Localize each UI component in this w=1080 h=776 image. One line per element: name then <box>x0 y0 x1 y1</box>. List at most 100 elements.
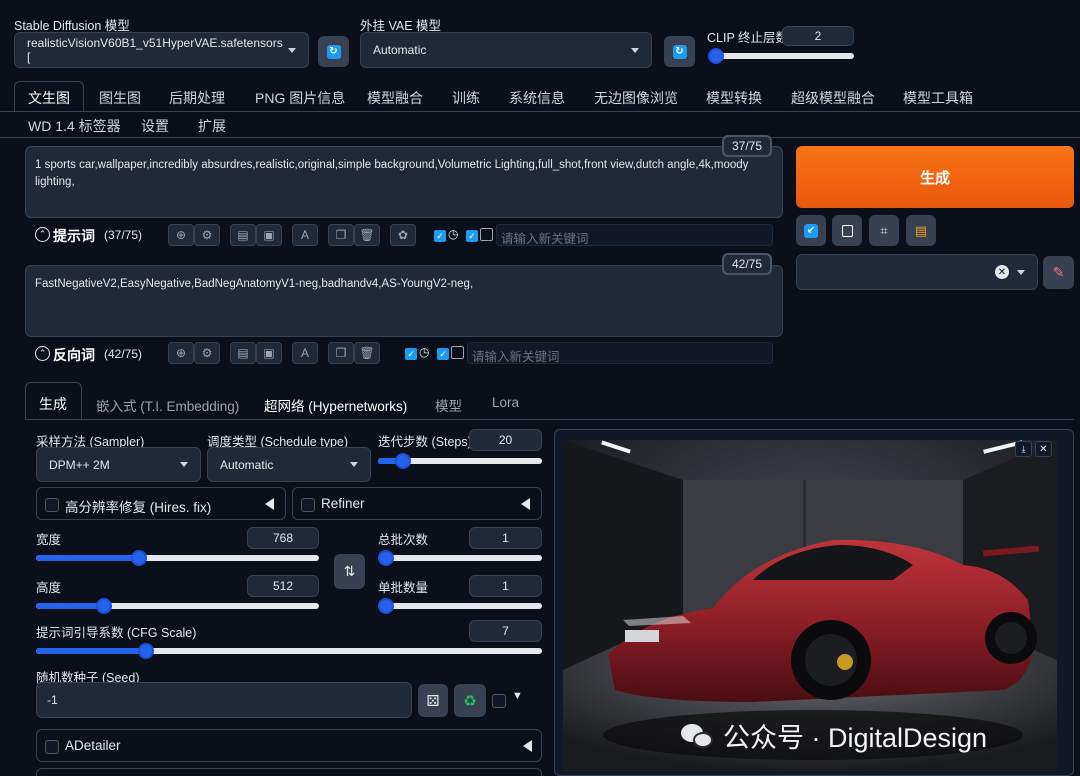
triangle-down-icon[interactable]: ▼ <box>512 690 523 702</box>
styles-dropdown[interactable]: ✕ <box>796 254 1038 290</box>
tab-supermerger[interactable]: 超级模型融合 <box>791 88 875 108</box>
adetailer-checkbox[interactable] <box>45 740 59 754</box>
collapse-icon[interactable]: ⌃ <box>35 227 50 242</box>
subtab-generate[interactable]: 生成 <box>39 394 67 414</box>
tab-convert[interactable]: 模型转换 <box>706 88 762 108</box>
close-icon[interactable]: ✕ <box>1035 441 1052 457</box>
checkbox-checked-icon[interactable]: ✓ <box>437 348 449 360</box>
tab-extensions[interactable]: 扩展 <box>198 116 226 136</box>
batch-count-input[interactable]: 1 <box>469 527 542 549</box>
schedule-dropdown[interactable]: Automatic <box>207 447 371 482</box>
translate-icon[interactable]: A <box>292 224 318 246</box>
steps-label: 迭代步数 (Steps) <box>378 435 472 449</box>
checkbox-checked-icon[interactable]: ✓ <box>466 230 478 242</box>
trash-icon[interactable]: 🗑 <box>354 224 380 246</box>
tab-extras[interactable]: 后期处理 <box>169 88 225 108</box>
negative-keyword-input[interactable]: 请输入新关键词 <box>467 342 773 364</box>
panel-icon[interactable] <box>451 346 464 359</box>
edit-styles-button[interactable]: ✎ <box>1043 256 1074 289</box>
tab-img2img[interactable]: 图生图 <box>99 88 141 108</box>
width-slider[interactable] <box>36 550 319 566</box>
subtab-model[interactable]: 模型 <box>435 395 462 415</box>
prompt-keyword-input[interactable]: 请输入新关键词 <box>496 224 773 246</box>
collapse-icon[interactable]: ⌃ <box>35 346 50 361</box>
tab-browser[interactable]: 无边图像浏览 <box>594 88 678 108</box>
generate-button[interactable]: 生成 <box>796 146 1074 208</box>
close-icon[interactable]: ✕ <box>995 265 1009 279</box>
height-input[interactable]: 512 <box>247 575 319 597</box>
tab-sysinfo[interactable]: 系统信息 <box>509 88 565 108</box>
history-icon[interactable]: ◷ <box>448 227 458 241</box>
slider-handle[interactable] <box>708 48 724 64</box>
refresh-vae-button[interactable]: ↻ <box>664 36 695 67</box>
random-seed-button[interactable]: ⚄ <box>418 684 448 717</box>
gear-icon[interactable]: ⚙ <box>194 224 220 246</box>
openai-icon[interactable]: ✿ <box>390 224 416 246</box>
batch-size-slider[interactable] <box>378 598 542 614</box>
panel-icon[interactable] <box>480 228 493 241</box>
slider-handle[interactable] <box>378 550 394 566</box>
cfg-input[interactable]: 7 <box>469 620 542 642</box>
swap-dimensions-button[interactable]: ⇅ <box>334 554 365 589</box>
globe-icon[interactable]: ⊕ <box>168 224 194 246</box>
steps-slider[interactable] <box>378 453 542 469</box>
reuse-seed-button[interactable]: ♻ <box>454 684 486 717</box>
slider-handle[interactable] <box>378 598 394 614</box>
history-icon[interactable]: ◷ <box>419 345 429 359</box>
copy-icon[interactable]: ❐ <box>328 342 354 364</box>
read-params-button[interactable]: ↙ <box>796 215 826 246</box>
subtab-hypernetworks[interactable]: 超网络 (Hypernetworks) <box>264 395 407 415</box>
slider-handle[interactable] <box>96 598 112 614</box>
trash-icon[interactable]: 🗑 <box>354 342 380 364</box>
gear-icon[interactable]: ⚙ <box>194 342 220 364</box>
hires-checkbox[interactable] <box>45 498 59 512</box>
subtab-embedding[interactable]: 嵌入式 (T.I. Embedding) <box>96 395 239 415</box>
height-slider[interactable] <box>36 598 319 614</box>
width-input[interactable]: 768 <box>247 527 319 549</box>
tab-toolkit[interactable]: 模型工具箱 <box>903 88 973 108</box>
styles-button[interactable]: ▤ <box>906 215 936 246</box>
cfg-slider[interactable] <box>36 643 542 659</box>
clipboard-icon[interactable]: ▤ <box>230 224 256 246</box>
bookmark-icon[interactable]: ▣ <box>256 342 282 364</box>
slider-handle[interactable] <box>131 550 147 566</box>
refresh-model-button[interactable]: ↻ <box>318 36 349 67</box>
tab-train[interactable]: 训练 <box>452 88 480 108</box>
translate-icon[interactable]: A <box>292 342 318 364</box>
negative-prompt-textarea[interactable]: FastNegativeV2,EasyNegative,BadNegAnatom… <box>25 265 783 337</box>
clip-slider[interactable] <box>708 48 854 64</box>
globe-icon[interactable]: ⊕ <box>168 342 194 364</box>
trash-button[interactable]: ⌗ <box>869 215 899 246</box>
download-icon[interactable]: ⤓ <box>1015 441 1032 457</box>
checkbox-checked-icon[interactable]: ✓ <box>405 348 417 360</box>
refiner-accordion[interactable]: Refiner <box>292 487 542 520</box>
sd-model-dropdown[interactable]: realisticVisionV60B1_v51HyperVAE.safeten… <box>14 32 309 68</box>
vae-dropdown[interactable]: Automatic <box>360 32 652 68</box>
bookmark-icon[interactable]: ▣ <box>256 224 282 246</box>
clipboard-icon[interactable]: ▤ <box>230 342 256 364</box>
clip-value-input[interactable]: 2 <box>782 26 854 46</box>
steps-input[interactable]: 20 <box>469 429 542 451</box>
seed-input[interactable]: -1 <box>36 682 412 718</box>
checkbox-checked-icon[interactable]: ✓ <box>434 230 446 242</box>
tab-png-info[interactable]: PNG 图片信息 <box>255 88 345 108</box>
batch-count-slider[interactable] <box>378 550 542 566</box>
tab-merge[interactable]: 模型融合 <box>367 88 423 108</box>
copy-icon[interactable]: ❐ <box>328 224 354 246</box>
slider-handle[interactable] <box>138 643 154 659</box>
next-accordion[interactable] <box>36 768 542 776</box>
subtab-lora[interactable]: Lora <box>492 395 519 410</box>
recycle-icon: ♻ <box>463 692 477 710</box>
sampler-dropdown[interactable]: DPM++ 2M <box>36 447 201 482</box>
tab-settings[interactable]: 设置 <box>141 116 169 136</box>
batch-size-input[interactable]: 1 <box>469 575 542 597</box>
clear-button[interactable] <box>832 215 862 246</box>
tab-txt2img[interactable]: 文生图 <box>28 88 70 108</box>
tab-wd14[interactable]: WD 1.4 标签器 <box>28 116 121 136</box>
adetailer-accordion[interactable]: ADetailer <box>36 729 542 762</box>
prompt-textarea[interactable]: 1 sports car,wallpaper,incredibly absurd… <box>25 146 783 218</box>
extra-seed-checkbox[interactable] <box>492 694 506 708</box>
refiner-checkbox[interactable] <box>301 498 315 512</box>
hires-fix-accordion[interactable]: 高分辨率修复 (Hires. fix) <box>36 487 286 520</box>
slider-handle[interactable] <box>395 453 411 469</box>
